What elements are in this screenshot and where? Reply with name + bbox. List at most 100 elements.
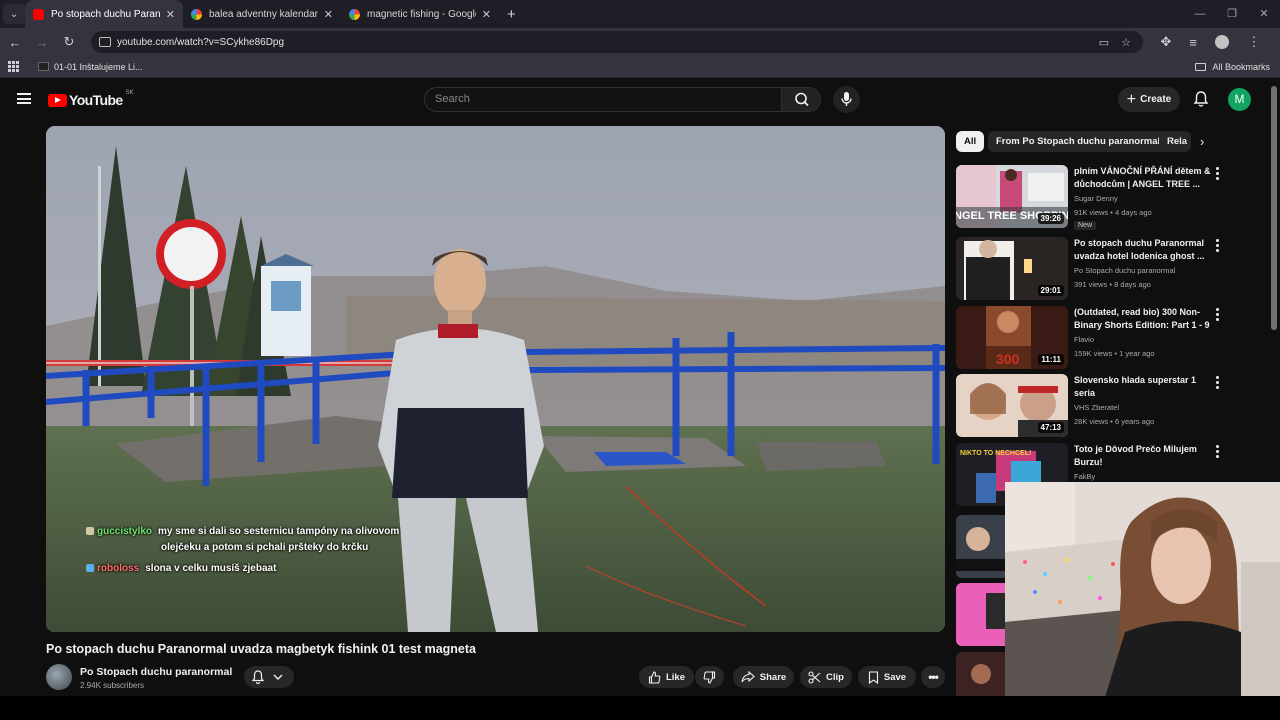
- create-button[interactable]: + Create: [1118, 87, 1180, 112]
- account-avatar[interactable]: M: [1228, 88, 1251, 111]
- more-vertical-icon[interactable]: [1216, 167, 1219, 180]
- chevron-right-icon[interactable]: ›: [1200, 134, 1204, 149]
- video-thumbnail[interactable]: [956, 515, 1006, 578]
- cast-icon[interactable]: ▭: [1099, 36, 1109, 49]
- recommendation-item[interactable]: 47:13 Slovensko hlada superstar 1 seria …: [956, 374, 1226, 438]
- voice-search-button[interactable]: [833, 86, 860, 113]
- thumbnail-text: 300: [996, 351, 1020, 367]
- profile-avatar[interactable]: [1215, 35, 1229, 49]
- recommendation-channel[interactable]: VHS Zberatel: [1074, 403, 1119, 412]
- chip-from-channel[interactable]: From Po Stopach duchu paranormal: [988, 131, 1169, 152]
- taskbar-strip: [0, 696, 1280, 720]
- video-thumbnail[interactable]: 47:13: [956, 374, 1068, 437]
- video-thumbnail[interactable]: 29:01: [956, 237, 1068, 300]
- more-vertical-icon[interactable]: [1216, 308, 1219, 321]
- extensions-icon[interactable]: ✥: [1154, 30, 1178, 54]
- video-thumbnail[interactable]: ANGEL TREE SHOPPING 39:26: [956, 165, 1068, 228]
- bookmark-item[interactable]: 01-01 Inštalujeme Li...: [38, 62, 143, 72]
- clip-button[interactable]: Clip: [800, 666, 852, 688]
- tab-search-chevron-icon[interactable]: ⌄: [3, 4, 25, 24]
- dislike-button[interactable]: [695, 666, 724, 688]
- close-window-icon[interactable]: ✕: [1248, 0, 1280, 28]
- thumbnail-image: [956, 515, 1006, 578]
- toolbar-right: ✥ ≡ ⋮: [1151, 30, 1266, 54]
- more-actions-button[interactable]: •••: [921, 666, 945, 688]
- video-player[interactable]: guccistylko my sme si dali so sesternicu …: [46, 126, 945, 632]
- browser-menu-icon[interactable]: ⋮: [1242, 30, 1266, 54]
- channel-avatar[interactable]: [46, 664, 72, 690]
- browser-tab-magnetic-fishing[interactable]: magnetic fishing - Google Searc ✕: [341, 0, 499, 28]
- address-bar[interactable]: youtube.com/watch?v=SCykhe86Dpg ▭ ☆: [91, 31, 1143, 53]
- bookmark-star-icon[interactable]: ☆: [1121, 36, 1131, 49]
- media-control-icon[interactable]: ≡: [1181, 30, 1205, 54]
- google-favicon-icon: [191, 8, 202, 20]
- all-bookmarks-button[interactable]: All Bookmarks: [1195, 62, 1270, 72]
- youtube-masthead: YouTube SK Search + Create M: [0, 80, 1280, 118]
- hamburger-menu-icon[interactable]: [17, 93, 31, 104]
- chat-text-continued: olejčeku a potom si pchali pršteky do kr…: [161, 542, 369, 553]
- chat-username: guccistylko: [97, 526, 153, 537]
- microphone-icon: [841, 92, 852, 106]
- bell-icon: [251, 670, 283, 684]
- video-thumbnail[interactable]: [956, 583, 1006, 646]
- chip-related[interactable]: Rela: [1159, 131, 1191, 152]
- thumbnail-text: NIKTO TO NECHCEL!: [960, 450, 1031, 457]
- scissors-icon: [808, 670, 821, 684]
- browser-tab-balea[interactable]: balea adventny kalendar 2025 ✕: [183, 0, 341, 28]
- url-text: youtube.com/watch?v=SCykhe86Dpg: [117, 36, 285, 48]
- browser-tabstrip: ⌄ Po stopach duchu Paranormal u ✕ balea …: [0, 0, 1280, 28]
- recommendation-item[interactable]: ANGEL TREE SHOPPING 39:26 plním VÁNOČNÍ …: [956, 165, 1226, 230]
- new-tab-button[interactable]: +: [507, 6, 516, 23]
- notifications-bell-icon[interactable]: [1193, 90, 1209, 108]
- recommendation-item[interactable]: 300 11:11 (Outdated, read bio) 300 Non-B…: [956, 306, 1226, 370]
- minimize-icon[interactable]: —: [1184, 0, 1216, 28]
- more-vertical-icon[interactable]: [1216, 445, 1219, 458]
- youtube-wordmark: YouTube: [69, 92, 123, 108]
- subscribed-notifications-button[interactable]: [244, 666, 294, 688]
- page-scrollbar[interactable]: [1271, 86, 1277, 330]
- like-button[interactable]: Like: [639, 666, 694, 688]
- recommendation-item[interactable]: 29:01 Po stopach duchu Paranormal uvadza…: [956, 237, 1226, 301]
- restore-icon[interactable]: ❐: [1216, 0, 1248, 28]
- browser-tab-youtube[interactable]: Po stopach duchu Paranormal u ✕: [25, 0, 183, 28]
- tab-close-icon[interactable]: ✕: [166, 8, 175, 21]
- recommendation-channel[interactable]: Flavio: [1074, 335, 1094, 344]
- recommendation-channel[interactable]: Po Stopach duchu paranormal: [1074, 266, 1175, 275]
- recommendation-title[interactable]: (Outdated, read bio) 300 Non-Binary Shor…: [1074, 306, 1212, 332]
- more-vertical-icon[interactable]: [1216, 376, 1219, 389]
- site-info-icon[interactable]: [99, 37, 111, 47]
- youtube-logo[interactable]: YouTube SK: [48, 90, 134, 108]
- duration-badge: 29:01: [1037, 285, 1064, 296]
- save-button[interactable]: Save: [858, 666, 916, 688]
- clip-label: Clip: [826, 671, 844, 683]
- search-icon: [795, 92, 809, 107]
- tab-close-icon[interactable]: ✕: [482, 8, 491, 21]
- google-favicon-icon: [349, 8, 360, 20]
- search-input[interactable]: Search: [424, 87, 782, 112]
- recommendation-channel[interactable]: FakBy: [1074, 472, 1095, 481]
- plus-icon: +: [1126, 90, 1137, 108]
- reload-icon[interactable]: ↻: [57, 30, 81, 54]
- search-button[interactable]: [781, 87, 821, 112]
- video-frame: [46, 126, 945, 632]
- recommendation-title[interactable]: Slovensko hlada superstar 1 seria: [1074, 374, 1212, 400]
- recommendation-title[interactable]: Po stopach duchu Paranormal uvadza hotel…: [1074, 237, 1212, 263]
- duration-badge: 39:26: [1037, 213, 1064, 224]
- forward-arrow-icon[interactable]: →: [30, 30, 54, 54]
- recommendation-title[interactable]: plním VÁNOČNÍ PŘÁNÍ dětem & důchodcům | …: [1074, 165, 1212, 191]
- share-button[interactable]: Share: [733, 666, 794, 688]
- tab-close-icon[interactable]: ✕: [324, 8, 333, 21]
- back-arrow-icon[interactable]: ←: [3, 30, 27, 54]
- video-thumbnail[interactable]: 300 11:11: [956, 306, 1068, 369]
- channel-name[interactable]: Po Stopach duchu paranormal: [80, 666, 232, 678]
- apps-grid-icon[interactable]: [8, 60, 20, 73]
- chip-all[interactable]: All: [956, 131, 985, 152]
- duration-badge: 47:13: [1037, 422, 1064, 433]
- chat-badge-icon: [86, 527, 94, 535]
- recommendation-channel[interactable]: Sugar Denny: [1074, 194, 1118, 203]
- thumbnail-image: [956, 652, 1006, 696]
- recommendation-title[interactable]: Toto je Dôvod Prečo Milujem Burzu!: [1074, 443, 1212, 469]
- video-thumbnail[interactable]: [956, 652, 1006, 696]
- recommendation-meta: 28K views • 6 years ago: [1074, 417, 1155, 426]
- more-vertical-icon[interactable]: [1216, 239, 1219, 252]
